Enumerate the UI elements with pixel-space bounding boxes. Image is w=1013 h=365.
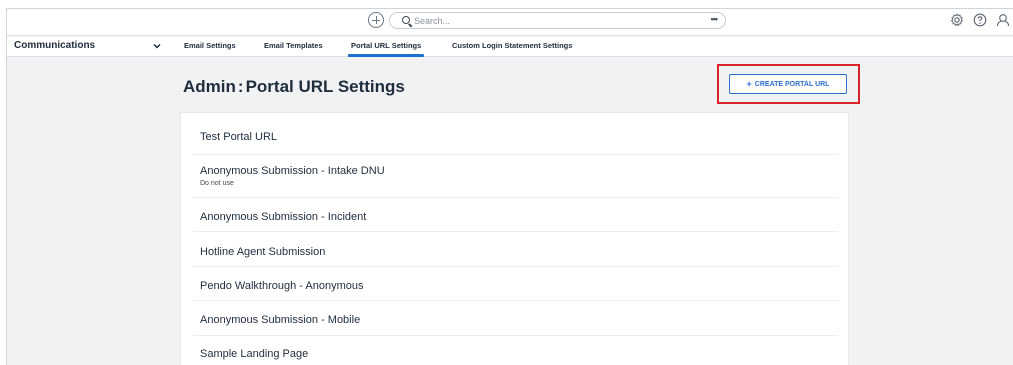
list-item-title[interactable]: Anonymous Submission - Intake DNU	[200, 165, 385, 177]
chevron-down-icon[interactable]	[152, 41, 162, 51]
tab-portal-url-settings[interactable]: Portal URL Settings	[347, 41, 425, 57]
list-item-subtitle: Do not use	[200, 180, 234, 187]
tab-email-templates[interactable]: Email Templates	[264, 41, 323, 50]
list-item[interactable]: Pendo Walkthrough - Anonymous	[193, 267, 838, 301]
user-icon[interactable]	[996, 13, 1010, 27]
list-item-title[interactable]: Anonymous Submission - Incident	[200, 211, 366, 223]
create-portal-url-label: CREATE PORTAL URL	[754, 80, 830, 88]
page-title-separator: :	[237, 77, 244, 96]
list-item[interactable]: Anonymous Submission - Intake DNU Do not…	[193, 155, 838, 198]
page-title-prefix: Admin	[183, 77, 236, 96]
list-item-title[interactable]: Sample Landing Page	[200, 348, 308, 360]
portal-url-list: Test Portal URL Anonymous Submission - I…	[180, 112, 849, 365]
tab-custom-login-statement-settings[interactable]: Custom Login Statement Settings	[452, 41, 572, 50]
search-icon	[402, 16, 410, 24]
top-bar: •••	[7, 9, 1013, 36]
module-nav: Communications Email Settings Email Temp…	[7, 37, 1013, 57]
list-item[interactable]: Anonymous Submission - Mobile	[193, 301, 838, 336]
list-item-title[interactable]: Pendo Walkthrough - Anonymous	[200, 280, 363, 292]
list-item[interactable]: Anonymous Submission - Incident	[193, 198, 838, 232]
list-item[interactable]: Test Portal URL	[193, 113, 838, 155]
page-title-main: Portal URL Settings	[245, 77, 405, 96]
gear-icon[interactable]	[950, 13, 964, 27]
plus-icon: +	[746, 78, 752, 89]
list-item-title[interactable]: Anonymous Submission - Mobile	[200, 314, 360, 326]
page-title: Admin: Portal URL Settings	[183, 77, 405, 97]
list-item-title[interactable]: Hotline Agent Submission	[200, 246, 325, 258]
more-icon[interactable]: •••	[711, 14, 719, 24]
list-item-title[interactable]: Test Portal URL	[200, 131, 277, 143]
module-selector[interactable]: Communications	[14, 40, 95, 51]
tab-email-settings[interactable]: Email Settings	[184, 41, 236, 50]
create-portal-url-button[interactable]: + CREATE PORTAL URL	[729, 74, 847, 94]
add-icon[interactable]	[368, 12, 384, 28]
list-item[interactable]: Sample Landing Page	[193, 336, 838, 365]
help-icon[interactable]	[973, 13, 987, 27]
search-bar[interactable]: •••	[389, 12, 726, 29]
list-item[interactable]: Hotline Agent Submission	[193, 232, 838, 267]
search-input[interactable]	[414, 13, 694, 28]
